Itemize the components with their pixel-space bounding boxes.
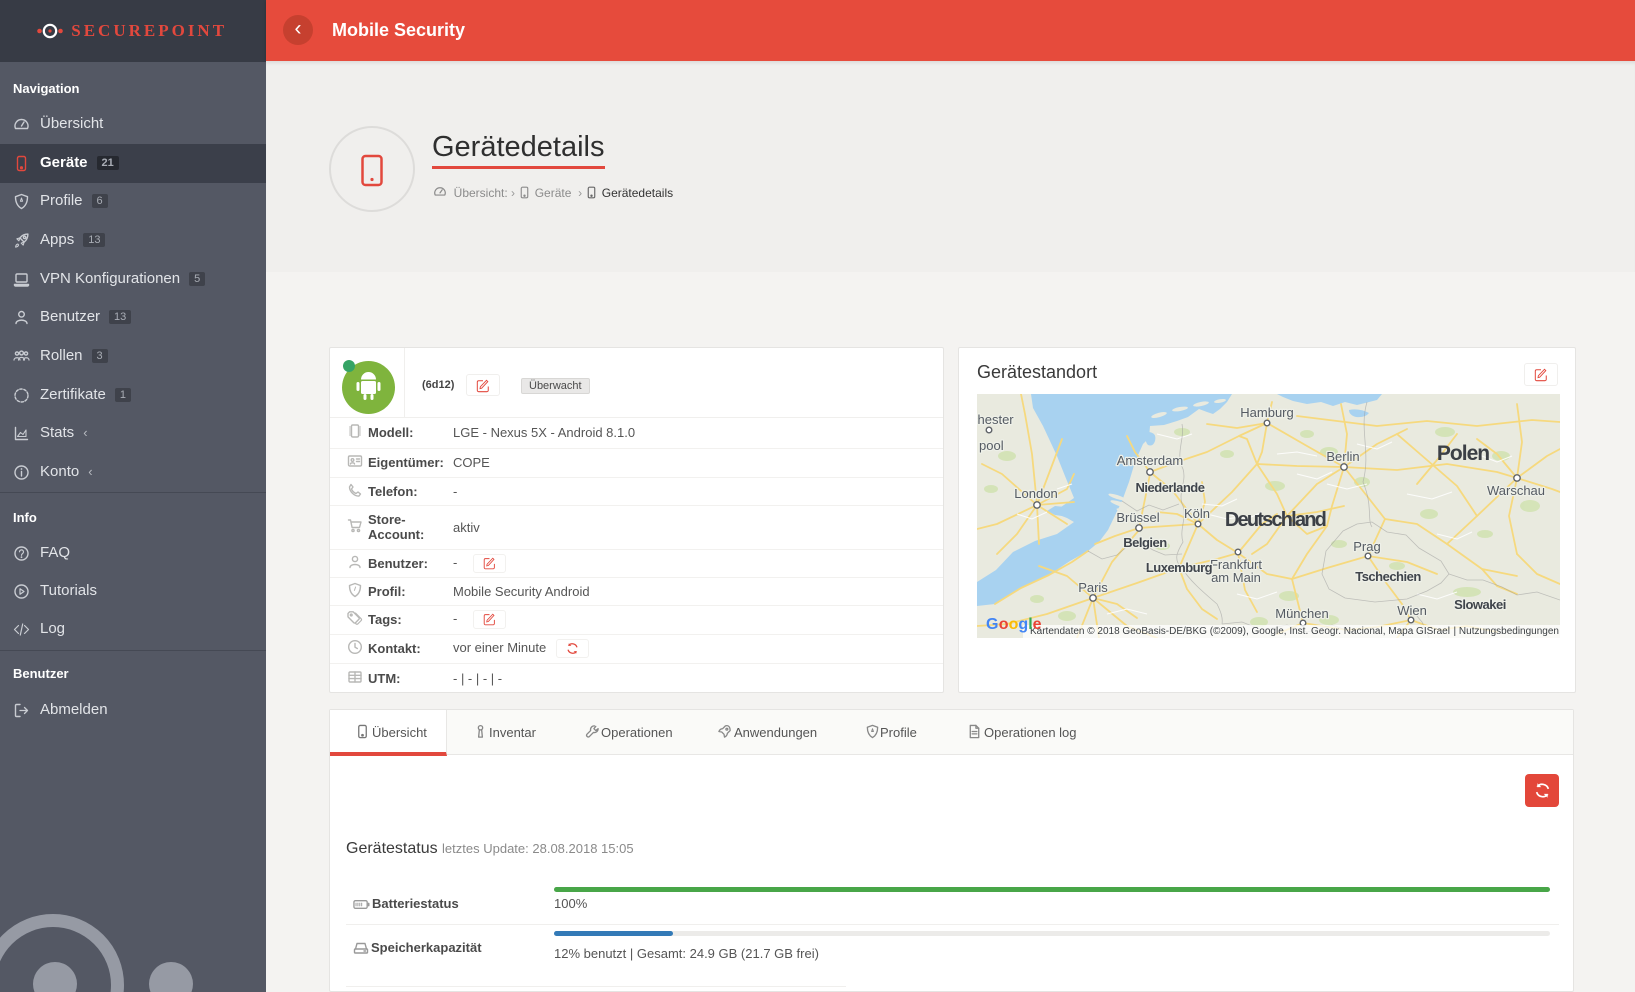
svg-text:Niederlande: Niederlande [1136, 480, 1205, 495]
svg-text:Warschau: Warschau [1487, 483, 1545, 498]
svg-text:Tschechien: Tschechien [1355, 569, 1421, 584]
svg-text:g: g [1018, 616, 1028, 633]
svg-text:Paris: Paris [1078, 580, 1108, 595]
svg-text:Belgien: Belgien [1123, 535, 1167, 550]
svg-text:Polen: Polen [1437, 442, 1489, 465]
svg-text:am Main: am Main [1211, 570, 1261, 585]
svg-text:Prag: Prag [1353, 539, 1380, 554]
svg-text:G: G [986, 616, 998, 633]
svg-text:pool: pool [979, 438, 1004, 453]
svg-text:Hamburg: Hamburg [1240, 405, 1293, 420]
svg-text:Wien: Wien [1397, 603, 1427, 618]
svg-text:Berlin: Berlin [1326, 449, 1359, 464]
svg-text:Amsterdam: Amsterdam [1117, 453, 1183, 468]
svg-text:Köln: Köln [1184, 506, 1210, 521]
svg-text:Deutschland: Deutschland [1225, 509, 1326, 531]
svg-text:London: London [1014, 486, 1057, 501]
svg-text:Kartendaten © 2018 GeoBasis-DE: Kartendaten © 2018 GeoBasis-DE/BKG (©200… [1030, 626, 1450, 637]
svg-text:Slowakei: Slowakei [1454, 597, 1506, 612]
svg-text:o: o [1009, 616, 1019, 633]
svg-text:e: e [1033, 616, 1042, 633]
svg-text:| Nutzungsbedingungen: | Nutzungsbedingungen [1454, 626, 1559, 637]
svg-text:Luxemburg: Luxemburg [1146, 560, 1213, 575]
svg-text:chester: chester [977, 412, 1014, 427]
svg-text:München: München [1275, 606, 1328, 621]
svg-text:o: o [999, 616, 1009, 633]
svg-text:Brüssel: Brüssel [1116, 510, 1159, 525]
